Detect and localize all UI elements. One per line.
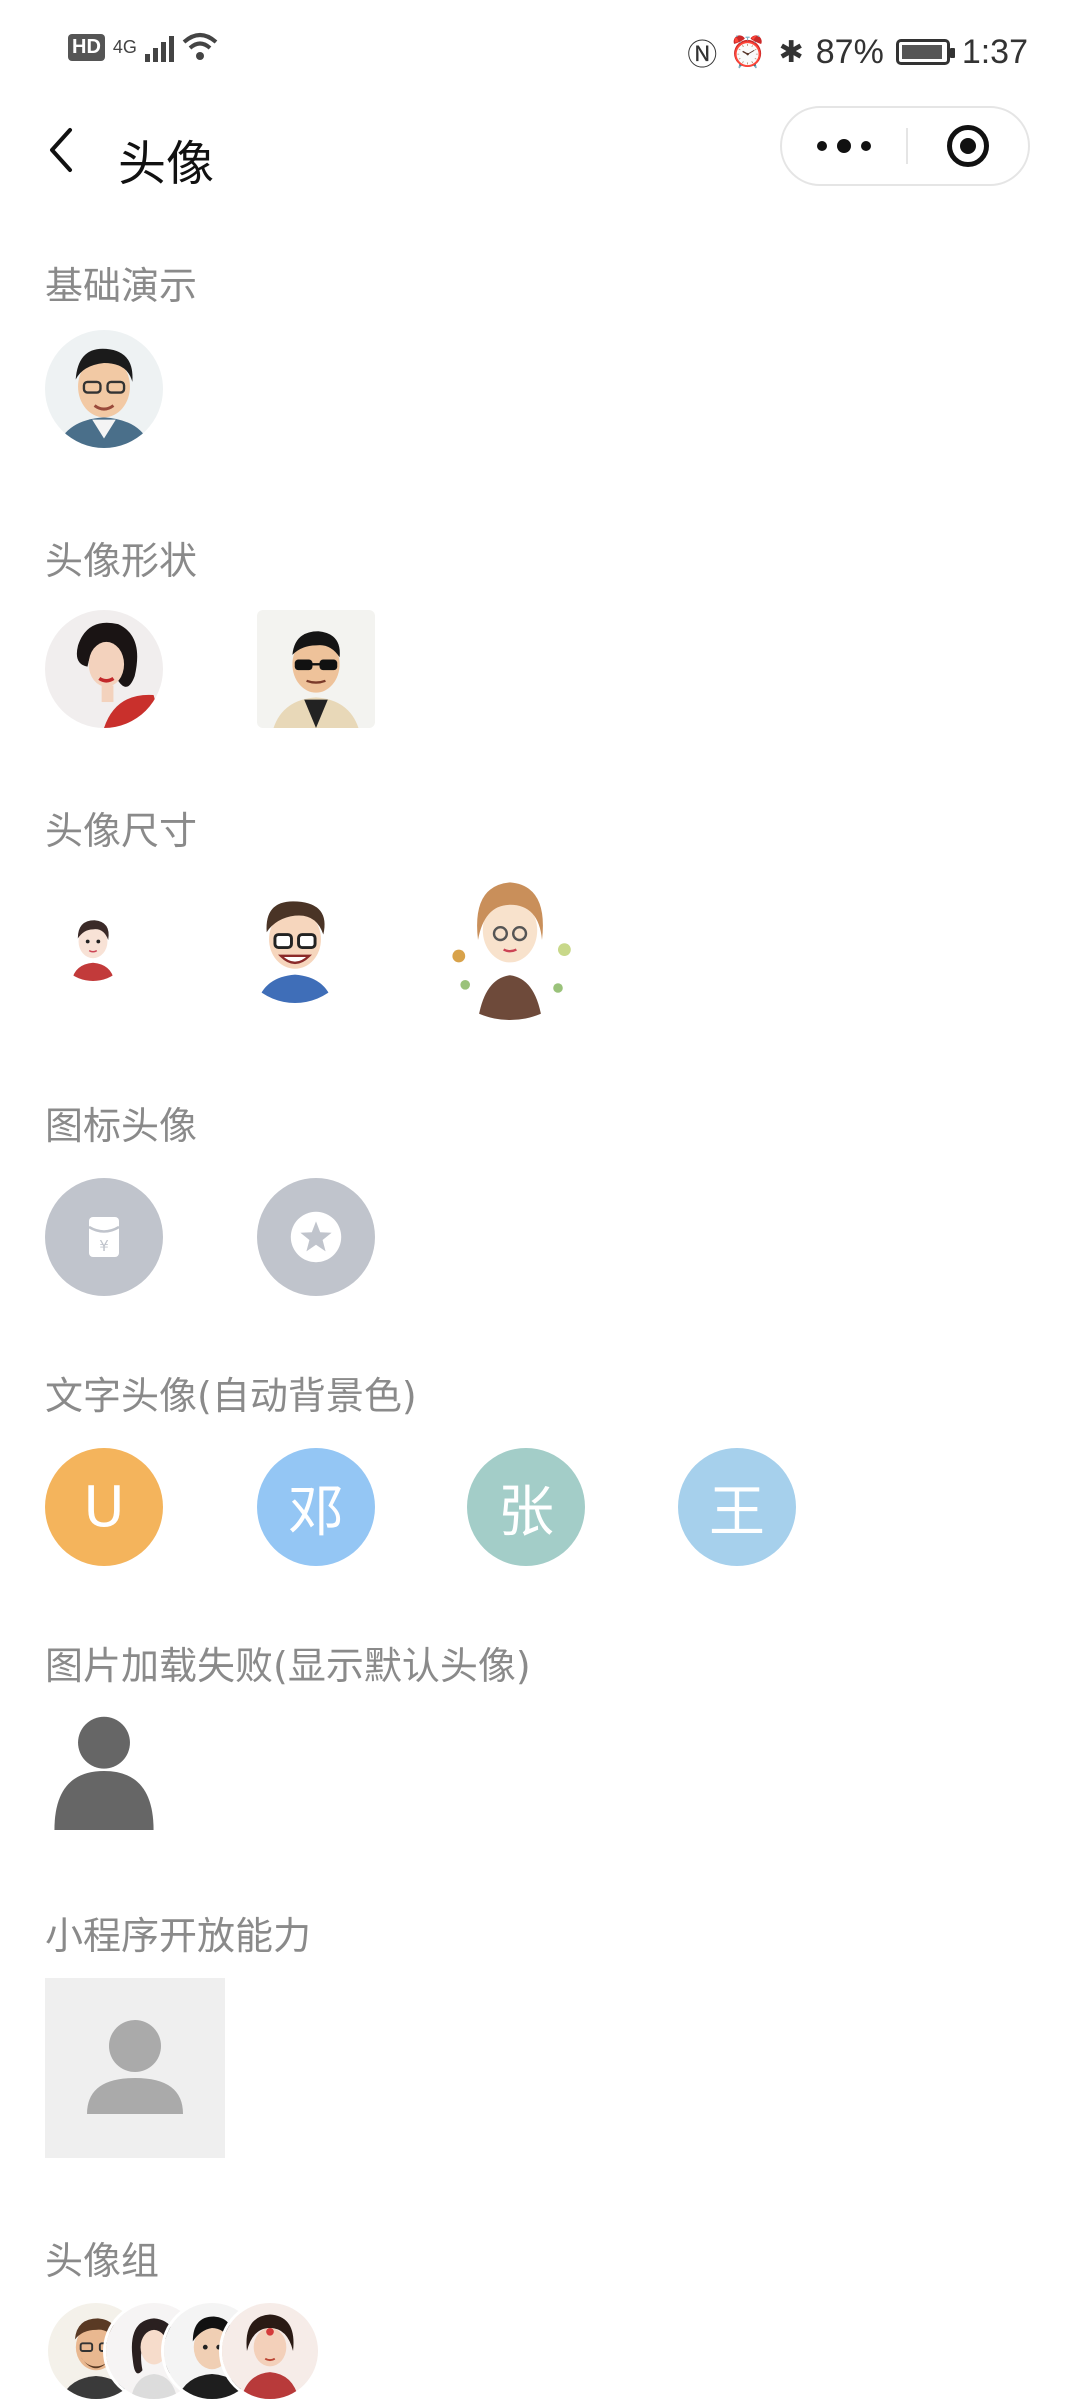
man-sunglasses-avatar [257,610,375,728]
section-title-miniprogram: 小程序开放能力 [45,1914,312,1958]
nfc-icon: Ⓝ [687,39,718,72]
default-user-icon [54,1716,154,1830]
bluetooth-icon: ✱ [778,35,804,69]
avatar-size-medium[interactable] [236,885,354,1003]
text-avatar-u[interactable]: U [45,1448,163,1566]
star-icon [290,1211,342,1263]
girl-small-avatar [55,905,131,981]
section-title-size: 头像尺寸 [45,809,198,853]
user-placeholder-icon [87,2020,183,2114]
back-button[interactable] [40,122,84,178]
status-bar: HD 4G Ⓝ ⏰ ✱ 87% 1:37 [0,0,1080,100]
more-icon [817,141,827,151]
woman-red-avatar [45,610,163,728]
more-icon-right [861,141,871,151]
section-title-shape: 头像形状 [45,539,198,583]
close-button[interactable] [908,108,1028,184]
hd-badge: HD [68,33,105,61]
group-avatar-4[interactable] [219,2300,321,2402]
avatar-default-fallback[interactable] [45,1712,163,1830]
text-avatar-zhang[interactable]: 张 [467,1448,585,1566]
avatar-circle[interactable] [45,610,163,728]
section-title-icon: 图标头像 [45,1104,198,1148]
status-right: Ⓝ ⏰ ✱ 87% 1:37 [687,30,1028,74]
text-avatar-wang[interactable]: 王 [678,1448,796,1566]
boy-glasses-avatar [236,885,354,1003]
battery-icon [895,39,955,65]
section-title-group: 头像组 [45,2239,160,2283]
avatar-icon-envelope[interactable]: ¥ [45,1178,163,1296]
avatar-size-large[interactable] [430,860,590,1020]
back-icon [50,128,72,172]
red-envelope-icon: ¥ [88,1217,120,1257]
avatar-square[interactable] [257,610,375,728]
woman-ornament-avatar [222,2303,318,2399]
avatar-group [45,2300,365,2402]
avatar-size-small[interactable] [55,905,131,981]
avatar-icon-star[interactable] [257,1178,375,1296]
network-type: 4G [112,37,137,57]
man-glasses-avatar [45,330,163,448]
signal-icon [144,32,174,62]
avatar-basic[interactable] [45,330,163,448]
capsule-menu [780,106,1030,186]
svg-text:¥: ¥ [99,1237,109,1255]
nav-bar: 头像 [0,100,1080,200]
section-title-text: 文字头像(自动背景色) [45,1374,417,1418]
text-avatar-deng[interactable]: 邓 [257,1448,375,1566]
wifi-icon [182,33,218,60]
close-target-icon [947,125,989,167]
section-title-basic: 基础演示 [45,264,198,308]
more-icon-center [837,139,851,153]
battery-percent: 87% [815,32,884,71]
miniprogram-avatar[interactable] [45,1978,225,2158]
clock: 1:37 [961,32,1028,71]
alarm-icon: ⏰ [729,35,767,69]
status-left: HD 4G [68,32,218,62]
more-button[interactable] [782,108,906,184]
section-title-failed: 图片加载失败(显示默认头像) [45,1644,531,1688]
page-title: 头像 [118,136,215,192]
girl-flowers-avatar [430,860,590,1020]
